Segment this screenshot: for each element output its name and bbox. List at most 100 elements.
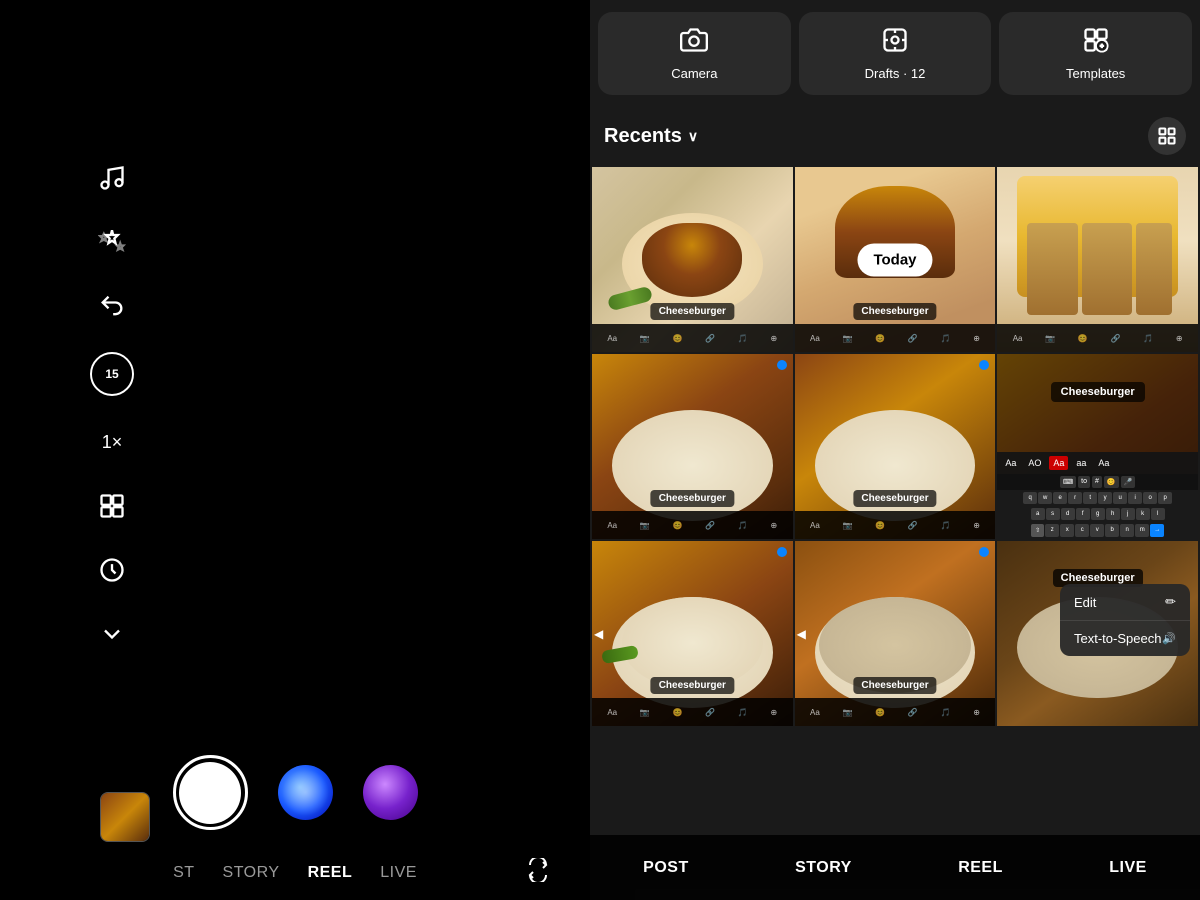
- chevron-down-icon[interactable]: [94, 616, 130, 652]
- clock-icon[interactable]: [94, 552, 130, 588]
- gallery-nav-post[interactable]: POST: [643, 859, 689, 877]
- cell-tool-camera3: 📷: [1045, 334, 1055, 343]
- gallery-cell-2-3[interactable]: Cheeseburger Aa AO Aa aa Aa: [997, 354, 1198, 539]
- gallery-nav-live[interactable]: LIVE: [1109, 859, 1147, 877]
- cell-tool-mic: 🎵: [738, 334, 748, 343]
- cheeseburger-label-3: Cheeseburger: [651, 490, 734, 507]
- today-badge: Today: [857, 243, 932, 276]
- nav-item-reel[interactable]: REEL: [308, 864, 353, 882]
- gallery-nav-story[interactable]: STORY: [795, 859, 852, 877]
- camera-sidebar: 15 1×: [90, 160, 134, 652]
- cell-toolbar-3-1: Aa 📷 😊 🔗 🎵 ⊕: [592, 698, 793, 726]
- templates-label: Templates: [1066, 66, 1125, 81]
- cell-toolbar-2-1: Aa 📷 😊 🔗 🎵 ⊕: [592, 511, 793, 539]
- gallery-cell-2-1[interactable]: Cheeseburger Aa 📷 😊 🔗 🎵 ⊕: [592, 354, 793, 539]
- cell-tool-link3: 🔗: [1111, 334, 1121, 343]
- timer-icon[interactable]: 15: [90, 352, 134, 396]
- effect-blue-button[interactable]: [278, 765, 333, 820]
- camera-icon: [680, 26, 708, 58]
- context-menu: Edit ✏ Text-to-Speech 🔊: [1060, 584, 1190, 656]
- nav-item-story[interactable]: STORY: [223, 864, 280, 882]
- speed-icon[interactable]: 1×: [94, 424, 130, 460]
- nav-item-live[interactable]: LIVE: [380, 864, 417, 882]
- effect-purple-button[interactable]: [363, 765, 418, 820]
- cell-tool-add2: ⊕: [973, 334, 980, 343]
- cell-tool-add: ⊕: [771, 334, 778, 343]
- gallery-bottom-nav: POST STORY REEL LIVE: [590, 835, 1200, 900]
- left-arrow-3-2: ◀: [797, 627, 806, 641]
- cell-tool-face3: 😊: [1078, 334, 1088, 343]
- cheeseburger-label-6: Cheeseburger: [853, 677, 936, 694]
- layout-icon[interactable]: [94, 488, 130, 524]
- cell-tool-mic3: 🎵: [1143, 334, 1153, 343]
- cell-tool-add3: ⊕: [1176, 334, 1183, 343]
- gallery-panel-inner: Cheeseburger Aa 📷 😊 🔗 🎵 ⊕ Today: [590, 165, 1200, 900]
- gallery-cell-1-3[interactable]: Aa 📷 😊 🔗 🎵 ⊕: [997, 167, 1198, 352]
- cell-tool-camera2: 📷: [843, 334, 853, 343]
- cell-tool-mic2: 🎵: [941, 334, 951, 343]
- flip-camera-icon[interactable]: [526, 858, 550, 888]
- cheeseburger-label-1: Cheeseburger: [651, 303, 734, 320]
- tts-label: Text-to-Speech: [1074, 631, 1161, 646]
- gallery-cell-3-2[interactable]: ◀ Cheeseburger Aa 📷 😊 🔗 🎵 ⊕: [795, 541, 996, 726]
- gallery-cell-3-3[interactable]: Cheeseburger Edit ✏ Text-to-Speech 🔊: [997, 541, 1198, 726]
- cell-tool-aa3: Aa: [1013, 334, 1023, 343]
- context-menu-tts[interactable]: Text-to-Speech 🔊: [1060, 621, 1190, 656]
- cell-tool-aa2: Aa: [810, 334, 820, 343]
- recents-label: Recents: [604, 125, 682, 148]
- gallery-panel: Camera Drafts · 12: [590, 0, 1200, 900]
- drafts-icon: [881, 26, 909, 58]
- timer-label: 15: [105, 367, 118, 381]
- gallery-nav-reel[interactable]: REEL: [958, 859, 1003, 877]
- camera-nav-bar: ST STORY REEL LIVE: [0, 850, 590, 900]
- cell-tool-face: 😊: [673, 334, 683, 343]
- drafts-label: Drafts · 12: [865, 66, 926, 81]
- cheeseburger-label-5: Cheeseburger: [651, 677, 734, 694]
- blue-indicator-3-1: [777, 547, 787, 557]
- templates-button[interactable]: Templates: [999, 12, 1192, 95]
- thumbnail-preview[interactable]: [100, 792, 150, 842]
- cheeseburger-label-4: Cheeseburger: [853, 490, 936, 507]
- edit-icon: ✏: [1165, 594, 1176, 610]
- music-icon[interactable]: [94, 160, 130, 196]
- cell-tool-face2: 😊: [875, 334, 885, 343]
- gallery-grid: Cheeseburger Aa 📷 😊 🔗 🎵 ⊕ Today: [590, 165, 1200, 730]
- recents-title[interactable]: Recents ∨: [604, 125, 698, 148]
- camera-bottom: ST STORY REEL LIVE: [0, 755, 590, 900]
- cell-toolbar-1-3: Aa 📷 😊 🔗 🎵 ⊕: [997, 324, 1198, 352]
- shutter-inner: [179, 762, 241, 824]
- speed-label: 1×: [102, 432, 123, 453]
- context-menu-edit[interactable]: Edit ✏: [1060, 584, 1190, 621]
- blue-indicator-2-1: [777, 360, 787, 370]
- gallery-cell-1-2[interactable]: Today Cheeseburger Aa 📷 😊 🔗 🎵 ⊕: [795, 167, 996, 352]
- camera-button[interactable]: Camera: [598, 12, 791, 95]
- camera-panel: 15 1×: [0, 0, 590, 900]
- gallery-cell-2-2[interactable]: Cheeseburger Aa 📷 😊 🔗 🎵 ⊕: [795, 354, 996, 539]
- gallery-cell-1-1[interactable]: Cheeseburger Aa 📷 😊 🔗 🎵 ⊕: [592, 167, 793, 352]
- cell-toolbar-2-2: Aa 📷 😊 🔗 🎵 ⊕: [795, 511, 996, 539]
- left-arrow-3-1: ◀: [594, 627, 603, 641]
- select-multiple-button[interactable]: [1148, 117, 1186, 155]
- shutter-button[interactable]: [173, 755, 248, 830]
- cell-toolbar-3-2: Aa 📷 😊 🔗 🎵 ⊕: [795, 698, 996, 726]
- cheeseburger-label-2: Cheeseburger: [853, 303, 936, 320]
- gallery-row-1: Cheeseburger Aa 📷 😊 🔗 🎵 ⊕ Today: [592, 167, 1198, 352]
- tts-icon: 🔊: [1162, 632, 1176, 645]
- nav-item-st[interactable]: ST: [173, 864, 194, 882]
- drafts-button[interactable]: Drafts · 12: [799, 12, 992, 95]
- gallery-cell-3-1[interactable]: ◀ Cheeseburger Aa 📷 😊 🔗 🎵 ⊕: [592, 541, 793, 726]
- recents-header: Recents ∨: [590, 107, 1200, 165]
- cell-toolbar-1-1: Aa 📷 😊 🔗 🎵 ⊕: [592, 324, 793, 352]
- cell-tool-link: 🔗: [705, 334, 715, 343]
- camera-controls: [0, 755, 590, 850]
- undo-icon[interactable]: [94, 288, 130, 324]
- cell-toolbar-1-2: Aa 📷 😊 🔗 🎵 ⊕: [795, 324, 996, 352]
- edit-label: Edit: [1074, 595, 1096, 610]
- camera-label: Camera: [671, 66, 717, 81]
- effects-icon[interactable]: [94, 224, 130, 260]
- recents-chevron-icon: ∨: [688, 128, 698, 145]
- top-actions: Camera Drafts · 12: [590, 0, 1200, 107]
- gallery-row-3: ◀ Cheeseburger Aa 📷 😊 🔗 🎵 ⊕: [592, 541, 1198, 726]
- cell-tool-camera: 📷: [640, 334, 650, 343]
- cell-tool-link2: 🔗: [908, 334, 918, 343]
